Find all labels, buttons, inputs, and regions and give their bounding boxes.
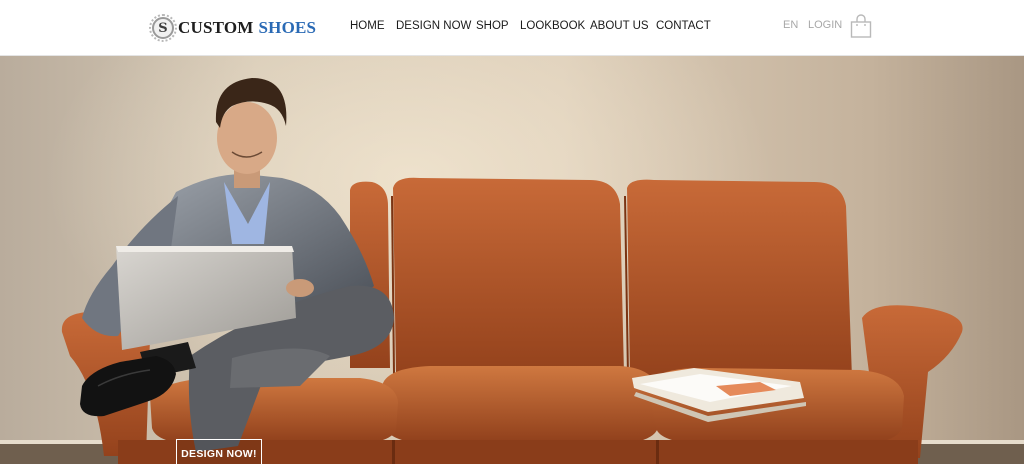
hero-image <box>0 78 1024 464</box>
brand-logo[interactable]: S CUSTOM SHOES <box>149 14 317 42</box>
design-now-button[interactable]: DESIGN NOW! <box>176 439 262 464</box>
nav-item-home[interactable]: HOME <box>350 20 385 32</box>
language-switcher[interactable]: EN <box>783 19 798 31</box>
nav-item-about-us[interactable]: ABOUT US <box>590 20 649 32</box>
shopping-bag-icon[interactable] <box>850 14 872 38</box>
brand-name-accent: SHOES <box>258 18 317 37</box>
nav-item-shop[interactable]: SHOP <box>476 20 509 32</box>
nav-item-contact[interactable]: CONTACT <box>656 20 711 32</box>
nav-item-lookbook[interactable]: LOOKBOOK <box>520 20 585 32</box>
brand-name-primary: CUSTOM <box>178 18 254 37</box>
login-link[interactable]: LOGIN <box>808 19 842 31</box>
logo-emblem-icon: S <box>149 14 177 42</box>
nav-item-design-now[interactable]: DESIGN NOW <box>396 20 471 32</box>
site-header: S CUSTOM SHOES HOME DESIGN NOW SHOP LOOK… <box>0 0 1024 56</box>
hero-banner: DESIGN NOW! <box>0 56 1024 464</box>
